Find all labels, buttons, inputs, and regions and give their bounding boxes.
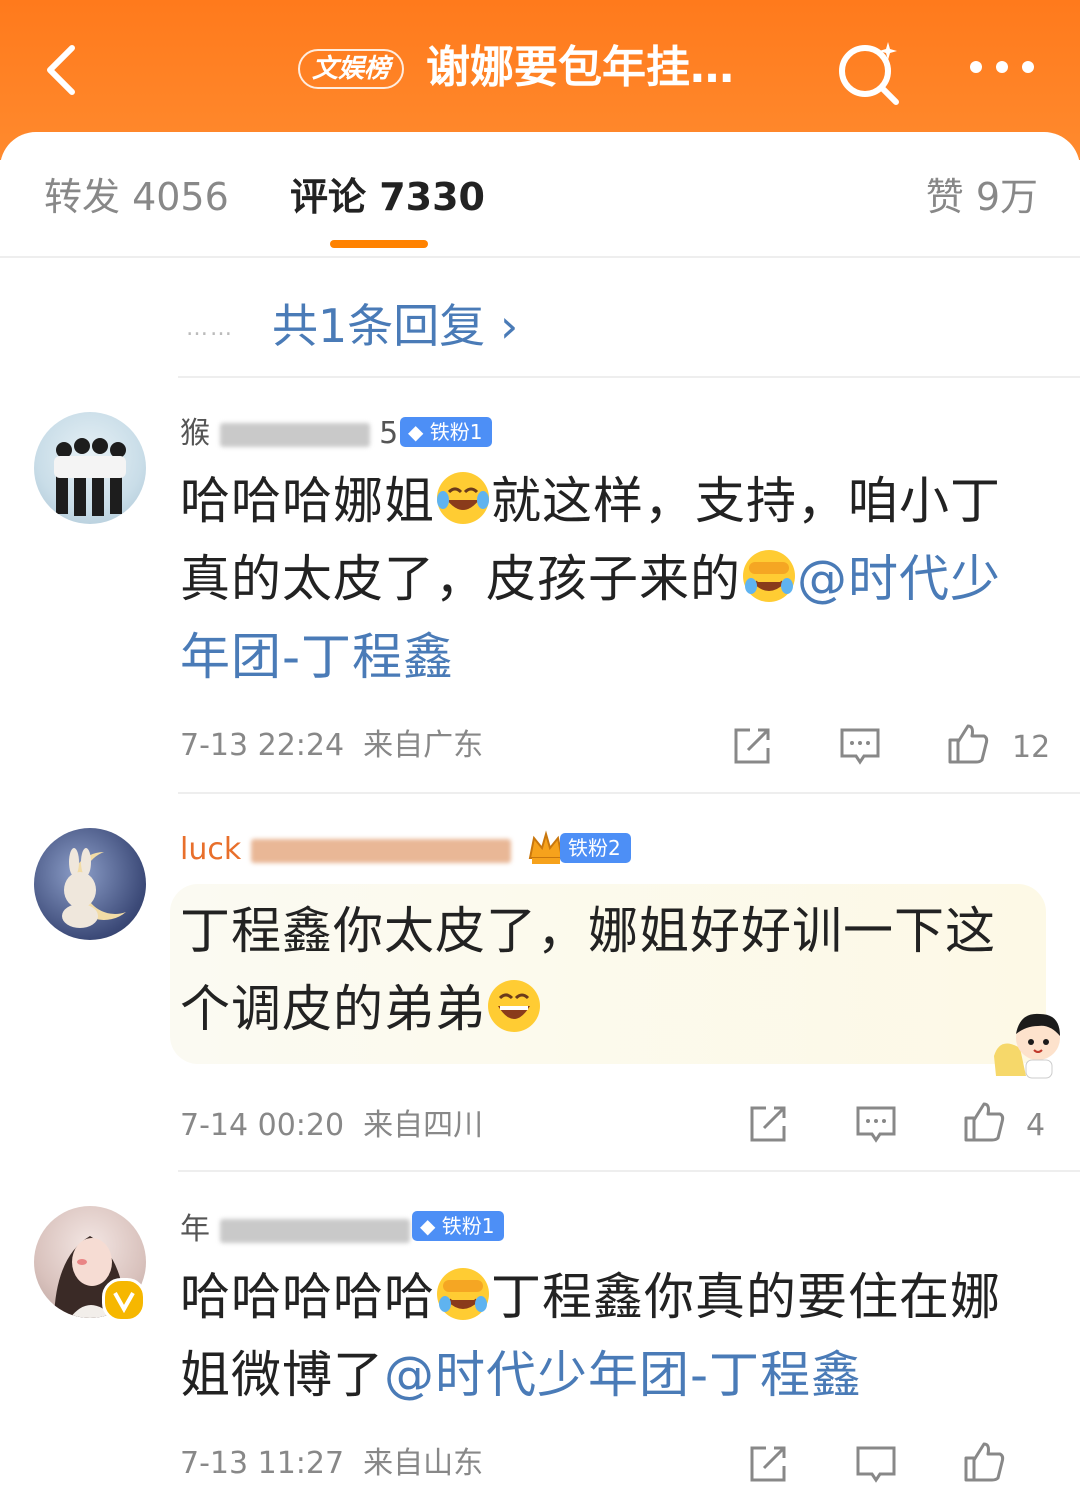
big-grin-emoji-icon [488,980,540,1032]
face-palm-laugh-emoji-icon [437,1268,489,1320]
group-photo-icon [54,438,126,516]
hot-list-badge[interactable]: 文娱榜 [298,49,405,89]
comment-meta: 7-13 22:24 来自广东 [180,728,484,763]
bunny-moon-icon [62,848,126,928]
username[interactable]: luck [180,830,511,870]
fan-level-badge: 铁粉2 [560,833,631,863]
comment-icon[interactable] [854,1442,898,1486]
fan-level-badge: ◆ 铁粉1 [412,1211,505,1241]
like-icon[interactable] [946,722,990,766]
share-icon[interactable] [746,1102,790,1146]
tab-repost[interactable]: 转发 4056 [44,170,229,224]
tabs-divider [0,256,1080,258]
active-tab-indicator [330,240,428,248]
avatar[interactable] [34,828,146,940]
cartoon-sticker-icon [994,1013,1060,1079]
username[interactable]: 猴 5 [180,414,398,454]
like-icon[interactable] [962,1440,1006,1484]
share-icon[interactable] [746,1442,790,1486]
face-palm-laugh-emoji-icon [743,550,795,602]
divider [178,376,1080,378]
diamond-icon: ◆ [408,420,424,444]
divider [178,1170,1080,1172]
view-replies-link[interactable]: 共1条回复 › [272,296,518,356]
like-icon[interactable] [962,1100,1006,1144]
like-count: 4 [1026,1108,1046,1143]
tab-bar: 转发 4056 评论 7330 赞 9万 [0,132,1080,256]
mention-link[interactable]: @时代少年团-丁程鑫 [384,1346,862,1404]
divider [178,792,1080,794]
comment-meta: 7-14 00:20 来自四川 [180,1108,484,1143]
tab-likes[interactable]: 赞 9万 [926,170,1038,224]
more-options-icon[interactable] [966,52,1038,82]
reply-thread-dots: …… [186,316,234,341]
topic-title[interactable]: 谢娜要包年挂… [426,40,734,96]
username[interactable]: 年 [180,1210,410,1250]
comment-icon[interactable] [838,724,882,768]
search-icon[interactable] [834,38,904,108]
laughing-tears-emoji-icon [437,472,489,524]
comment-meta: 7-13 11:27 来自山东 [180,1446,484,1481]
comment-text: 哈哈哈娜姐 就这样，支持，咱小丁真的太皮了，皮孩子来的 @时代少年团-丁程鑫 [180,472,1001,686]
diamond-icon: ◆ [420,1214,436,1238]
comment-text: 丁程鑫你太皮了，娜姐好好训一下这个调皮的弟弟 [180,902,996,1038]
share-icon[interactable] [730,724,774,768]
comment-text: 哈哈哈哈哈 丁程鑫你真的要住在娜姐微博了@时代少年团-丁程鑫 [180,1268,1001,1404]
fan-level-badge: ◆ 铁粉1 [400,417,493,447]
back-arrow-icon[interactable] [36,40,96,100]
verified-badge-icon [102,1278,146,1322]
tab-comments[interactable]: 评论 7330 [290,170,485,224]
comment-icon[interactable] [854,1102,898,1146]
like-count: 12 [1012,730,1051,765]
avatar[interactable] [34,412,146,524]
